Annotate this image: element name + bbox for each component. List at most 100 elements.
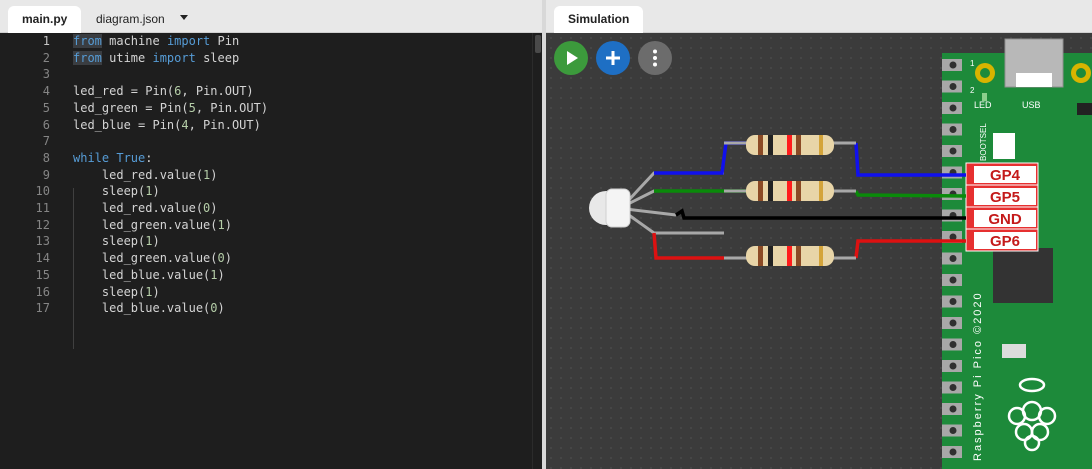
code-line[interactable]: 10 sleep(1): [0, 183, 532, 200]
pin-hole: [949, 83, 957, 90]
code-line[interactable]: 3: [0, 66, 532, 83]
usb-port: [1016, 73, 1052, 87]
code-line[interactable]: 2 from utime import sleep: [0, 50, 532, 67]
tab-simulation[interactable]: Simulation: [554, 6, 644, 33]
pin-number-2: 2: [970, 86, 975, 95]
pin-hole: [949, 341, 957, 348]
code-text: while True:: [73, 150, 153, 165]
pin-hole: [949, 298, 957, 305]
chip: [1077, 103, 1092, 115]
line-number: 7: [42, 134, 50, 149]
line-number: 2: [42, 50, 50, 65]
code-editor[interactable]: 1 from machine import Pin 2 from utime impo…: [0, 33, 532, 469]
pin-hole: [949, 276, 957, 284]
pin-label-gnd: GND: [965, 206, 1039, 230]
line-number: 1: [42, 34, 50, 48]
code-text: led_green.value(0): [73, 251, 232, 266]
code-text: sleep(1): [73, 234, 160, 249]
pin-label-gp4: GP4: [965, 162, 1039, 186]
tab-main-py[interactable]: main.py: [8, 6, 82, 33]
line-number: 16: [35, 284, 50, 299]
editor-tab-bar: main.py diagram.json: [0, 0, 542, 33]
pin-hole: [949, 427, 957, 434]
pin-hole: [949, 384, 957, 391]
code-line[interactable]: 12 led_green.value(1): [0, 217, 532, 234]
code-line[interactable]: 16 sleep(1): [0, 284, 532, 301]
code-line[interactable]: 1 from machine import Pin: [0, 33, 532, 50]
pin-hole: [949, 405, 957, 413]
line-number: 14: [35, 251, 50, 266]
code-line[interactable]: 5 led_green = Pin(5, Pin.OUT): [0, 100, 532, 117]
code-line[interactable]: 14 led_green.value(0): [0, 250, 532, 267]
pin-label-gp5: GP5: [965, 184, 1039, 208]
rp2040-chip: [993, 248, 1053, 303]
code-line[interactable]: 17 led_blue.value(0): [0, 300, 532, 317]
svg-text:GP5: GP5: [990, 189, 1020, 206]
code-text: led_red = Pin(6, Pin.OUT): [73, 84, 254, 99]
code-text: from utime import sleep: [73, 50, 240, 65]
editor-scrollbar[interactable]: [532, 33, 542, 469]
pin-hole: [949, 362, 957, 370]
line-number: 11: [35, 201, 50, 215]
line-number: 6: [42, 117, 50, 132]
code-text: led_blue.value(1): [73, 267, 225, 282]
code-text: led_green = Pin(5, Pin.OUT): [73, 100, 269, 115]
code-line[interactable]: 15 led_blue.value(1): [0, 267, 532, 284]
usb-label: USB: [1022, 100, 1041, 110]
line-number: 15: [35, 267, 50, 282]
svg-text:GND: GND: [988, 211, 1022, 228]
line-number: 12: [35, 217, 50, 232]
pin-hole: [949, 255, 957, 262]
line-number: 5: [42, 100, 50, 115]
resistor-green[interactable]: [746, 181, 834, 201]
svg-text:GP4: GP4: [990, 167, 1021, 184]
code-text: sleep(1): [73, 184, 160, 199]
pin-label-gp6: GP6: [965, 228, 1039, 252]
code-line[interactable]: 8 while True:: [0, 150, 532, 167]
resistor-red[interactable]: [746, 246, 834, 266]
code-text: led_red.value(1): [73, 167, 218, 182]
editor-pane: main.py diagram.json 1 from machine impor…: [0, 0, 542, 469]
code-line[interactable]: 9 led_red.value(1): [0, 167, 532, 184]
code-line[interactable]: 7: [0, 133, 532, 150]
board-name: Raspberry Pi Pico ©2020: [972, 291, 984, 461]
code-text: led_red.value(0): [73, 201, 218, 215]
code-text: led_blue = Pin(4, Pin.OUT): [73, 117, 261, 132]
pico-board[interactable]: 1 2 LED USB BOOTSEL Raspberry Pi Pico ©2…: [942, 38, 1092, 469]
line-number: 3: [42, 67, 50, 82]
led-legs: [624, 171, 724, 235]
rgb-led[interactable]: [589, 188, 631, 228]
tab-diagram-json[interactable]: diagram.json: [82, 6, 179, 33]
pin-hole: [949, 126, 957, 133]
line-number: 9: [42, 167, 50, 182]
code-line[interactable]: 11 led_red.value(0): [0, 200, 532, 217]
code-text: led_green.value(1): [73, 217, 232, 232]
line-number: 4: [42, 84, 50, 99]
chevron-down-icon[interactable]: [178, 12, 190, 24]
code-line[interactable]: 6 led_blue = Pin(4, Pin.OUT): [0, 117, 532, 134]
indent-guide: [73, 188, 74, 349]
resistor-blue[interactable]: [746, 135, 834, 155]
mount-hole-inner: [980, 68, 990, 78]
code-text: from machine import Pin: [73, 34, 240, 48]
svg-text:GP6: GP6: [990, 233, 1020, 250]
simulation-pane: Simulation 1 2 LED USB BOOTSEL Raspberry…: [546, 0, 1092, 469]
simulation-tab-bar: Simulation: [546, 0, 1092, 33]
bootsel-label: BOOTSEL: [979, 123, 988, 161]
scrollbar-thumb[interactable]: [535, 35, 541, 53]
pin-hole: [949, 104, 957, 112]
flash-chip: [1002, 344, 1026, 358]
pin-hole: [949, 319, 957, 327]
line-number: 8: [42, 150, 50, 165]
wire-black[interactable]: [675, 208, 966, 220]
code-line[interactable]: 4 led_red = Pin(6, Pin.OUT): [0, 83, 532, 100]
code-text: led_blue.value(0): [73, 301, 225, 316]
code-line[interactable]: 13 sleep(1): [0, 233, 532, 250]
led-label: LED: [974, 100, 992, 110]
pin-hole: [949, 61, 957, 69]
line-number: 17: [35, 301, 50, 316]
line-number: 13: [35, 234, 50, 249]
pin-hole: [949, 448, 957, 456]
simulation-canvas[interactable]: 1 2 LED USB BOOTSEL Raspberry Pi Pico ©2…: [546, 33, 1092, 469]
bootsel-button[interactable]: [993, 133, 1015, 159]
